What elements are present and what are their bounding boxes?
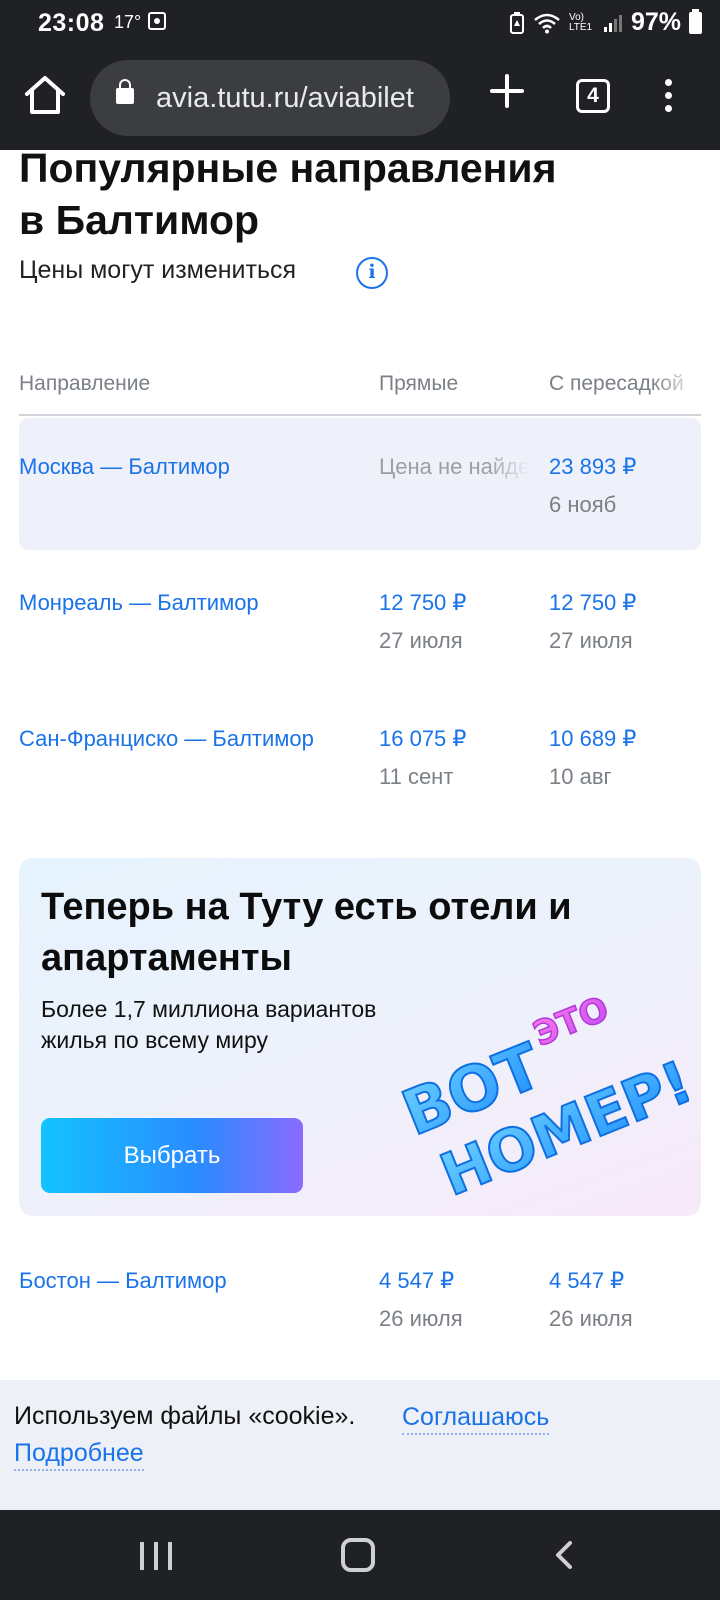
- address-bar[interactable]: avia.tutu.ru/aviabilet: [90, 60, 450, 136]
- transfer-price[interactable]: 12 750 ₽: [549, 590, 636, 616]
- route-link[interactable]: Москва — Балтимор: [19, 454, 230, 480]
- route-link[interactable]: Сан-Франциско — Балтимор: [19, 726, 314, 752]
- status-time: 23:08: [38, 9, 105, 37]
- home-nav-icon[interactable]: [341, 1538, 375, 1572]
- direct-cell[interactable]: 16 075 ₽ 11 сент: [379, 726, 529, 790]
- signal-icon: [603, 14, 622, 32]
- svg-text:ЭТО: ЭТО: [528, 989, 614, 1055]
- cookie-agree-link[interactable]: Соглашаюсь: [402, 1402, 550, 1435]
- hotels-promo-banner: Теперь на Туту есть отели и апартаменты …: [19, 858, 701, 1216]
- transfer-date: 26 июля: [549, 1306, 633, 1331]
- page-title: Популярные направления в Балтимор: [19, 150, 699, 246]
- cookie-banner: Используем файлы «cookie». Соглашаюсь По…: [0, 1380, 720, 1510]
- transfer-price[interactable]: 23 893 ₽: [549, 454, 636, 480]
- direct-cell[interactable]: 12 750 ₽ 27 июля: [379, 590, 529, 654]
- transfer-cell[interactable]: 4 547 ₽ 26 июля: [549, 1268, 633, 1332]
- home-icon[interactable]: [22, 72, 68, 118]
- route-link[interactable]: Бостон — Балтимор: [19, 1268, 227, 1294]
- direct-price[interactable]: 16 075 ₽: [379, 726, 529, 752]
- price-disclaimer: Цены могут измениться: [19, 256, 297, 284]
- column-header-direct: Прямые: [379, 372, 459, 395]
- promo-choose-button[interactable]: Выбрать: [41, 1118, 303, 1193]
- direct-cell: Цена не найдена: [379, 454, 529, 480]
- direct-cell[interactable]: 4 547 ₽ 26 июля: [379, 1268, 529, 1332]
- transfer-cell[interactable]: 10 689 ₽ 10 авг: [549, 726, 636, 790]
- transfer-date: 27 июля: [549, 628, 633, 653]
- cookie-more-link[interactable]: Подробнее: [14, 1438, 144, 1471]
- browser-toolbar: avia.tutu.ru/aviabilet 4: [0, 46, 720, 150]
- direct-date: 11 сент: [379, 764, 454, 789]
- plus-icon[interactable]: [488, 72, 526, 110]
- table-row[interactable]: Сан-Франциско — Балтимор 16 075 ₽ 11 сен…: [19, 690, 701, 822]
- lock-icon: [116, 79, 134, 104]
- kebab-menu-icon[interactable]: [658, 76, 678, 120]
- screen-record-icon: [148, 12, 166, 30]
- transfer-date: 10 авг: [549, 764, 612, 789]
- direct-price[interactable]: 12 750 ₽: [379, 590, 529, 616]
- info-icon[interactable]: i: [356, 257, 388, 289]
- status-bar: 23:08 17° Vo) LTE1 97%: [0, 0, 720, 46]
- column-header-direction: Направление: [19, 372, 151, 395]
- battery-icon: [689, 8, 702, 34]
- transfer-date: 6 нояб: [549, 492, 617, 517]
- page-content: Популярные направления в Балтимор Цены м…: [0, 150, 720, 1380]
- table-row[interactable]: Монреаль — Балтимор 12 750 ₽ 27 июля 12 …: [19, 554, 701, 686]
- page-title-line1: Популярные направления: [19, 150, 557, 191]
- table-header: Направление Прямые С пересадкой: [19, 370, 701, 416]
- direct-date: 26 июля: [379, 1306, 463, 1331]
- wifi-icon: [534, 13, 560, 33]
- direct-price[interactable]: 4 547 ₽: [379, 1268, 529, 1294]
- battery-percent: 97%: [630, 8, 681, 36]
- status-right-group: Vo) LTE1 97%: [509, 8, 702, 37]
- transfer-price[interactable]: 4 547 ₽: [549, 1268, 633, 1294]
- url-text[interactable]: avia.tutu.ru/aviabilet: [156, 82, 414, 115]
- battery-saver-icon: [509, 11, 524, 34]
- recents-icon[interactable]: [140, 1542, 172, 1570]
- route-link[interactable]: Монреаль — Балтимор: [19, 590, 259, 616]
- promo-illustration: ВОТ ЭТО НОМЕР!: [391, 988, 689, 1208]
- transfer-cell[interactable]: 23 893 ₽ 6 нояб: [549, 454, 636, 518]
- table-row[interactable]: Бостон — Балтимор 4 547 ₽ 26 июля 4 547 …: [19, 1232, 701, 1364]
- transfer-price[interactable]: 10 689 ₽: [549, 726, 636, 752]
- page-title-line2: в Балтимор: [19, 197, 260, 243]
- promo-title: Теперь на Туту есть отели и апартаменты: [41, 886, 572, 979]
- table-row[interactable]: Москва — Балтимор Цена не найдена 23 893…: [19, 418, 701, 550]
- cookie-text: Используем файлы «cookie».: [14, 1402, 356, 1430]
- transfer-cell[interactable]: 12 750 ₽ 27 июля: [549, 590, 636, 654]
- promo-text: Более 1,7 миллиона вариантов жилья по вс…: [41, 996, 377, 1053]
- status-small-indicator: 17°: [114, 12, 142, 32]
- back-icon[interactable]: [550, 1540, 580, 1570]
- direct-date: 27 июля: [379, 628, 463, 653]
- system-navigation-bar: [0, 1510, 720, 1600]
- network-label: Vo) LTE1: [568, 11, 593, 33]
- tab-switcher-button[interactable]: 4: [576, 79, 610, 113]
